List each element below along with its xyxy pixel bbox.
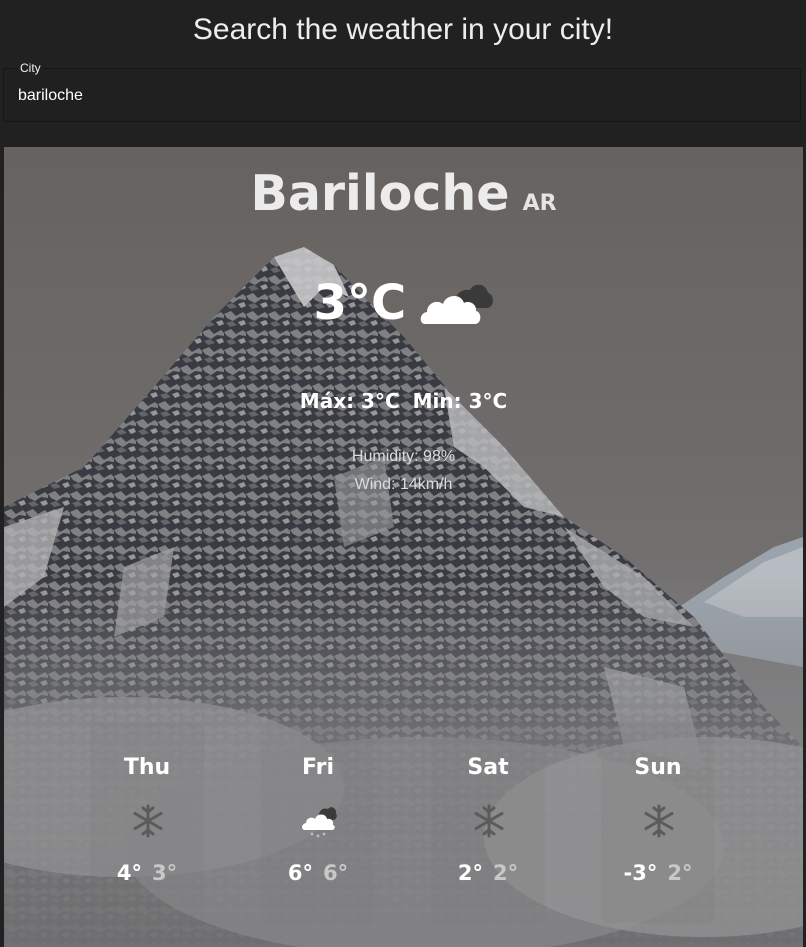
city-field-label: City: [18, 61, 43, 75]
forecast-day-card: Sat 2° 2°: [431, 723, 545, 923]
max-temperature: Máx: 3°C: [299, 389, 400, 413]
snowflake-icon: [644, 804, 674, 838]
city-input[interactable]: [16, 82, 780, 110]
forecast-temperatures: 2° 2°: [431, 861, 545, 885]
forecast-min: 2°: [667, 861, 693, 885]
forecast-max: -3°: [623, 861, 658, 885]
forecast-max: 4°: [116, 861, 142, 885]
city-name: Bariloche: [250, 165, 510, 222]
forecast-day-card: Sun -3° 2°: [601, 723, 715, 923]
forecast-day-card: Fri 6° 6°: [261, 723, 375, 923]
city-search-field[interactable]: City: [3, 61, 801, 122]
forecast-min: 3°: [152, 861, 178, 885]
snowflake-icon: [133, 804, 163, 838]
forecast-day-name: Sun: [634, 755, 682, 780]
forecast-min: 6°: [323, 861, 349, 885]
forecast-temperatures: 6° 6°: [261, 861, 375, 885]
snowflake-icon: [474, 804, 504, 838]
partly-cloudy-icon: [421, 284, 494, 324]
current-temperature: 3°C: [313, 275, 407, 331]
forecast: Thu 4° 3° Fri 6° 6° Sat 2° 2° Sun -3° 2°: [4, 723, 803, 923]
wind: Wind: 14km/h: [354, 476, 453, 493]
forecast-min: 2°: [493, 861, 519, 885]
forecast-max: 6°: [287, 861, 313, 885]
city-heading: Bariloche AR: [4, 165, 803, 222]
humidity: Humidity: 98%: [351, 448, 456, 465]
current-weather: 3°C: [4, 275, 803, 339]
forecast-day-name: Thu: [123, 755, 171, 780]
forecast-max: 2°: [457, 861, 483, 885]
weather-app: Search the weather in your city! City ba…: [0, 0, 806, 947]
min-max-temperatures: Máx: 3°C Min: 3°C: [4, 389, 803, 413]
forecast-day-name: Sat: [467, 755, 509, 780]
forecast-day-name: Fri: [301, 755, 334, 780]
cloud-rain-icon: [302, 807, 337, 838]
weather-details: Humidity: 98% Wind: 14km/h: [4, 443, 803, 499]
forecast-day-card: Thu 4° 3°: [90, 723, 204, 923]
country-code: AR: [522, 191, 557, 216]
page-title: Search the weather in your city!: [192, 13, 614, 46]
weather-card: Bariloche AR 3°C Máx: 3°C Min: 3°C Humid…: [4, 147, 803, 947]
forecast-temperatures: -3° 2°: [601, 861, 715, 885]
forecast-temperatures: 4° 3°: [90, 861, 204, 885]
min-temperature: Min: 3°C: [412, 389, 508, 413]
